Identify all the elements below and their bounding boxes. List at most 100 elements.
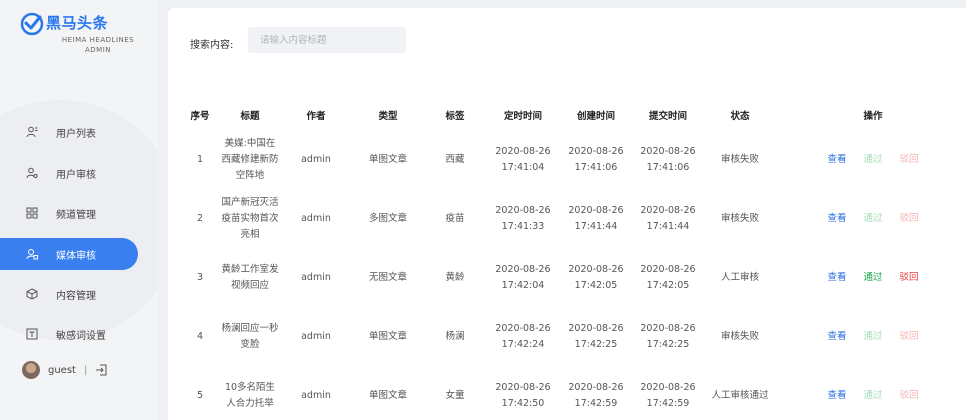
search-input[interactable] [248,27,406,53]
cell-created: 2020-08-26 17:41:06 [568,145,624,173]
media-audit-icon [26,249,38,260]
brand-subtitle: HEIMA HEADLINES ADMIN [48,35,148,55]
table-header-row: 序号 标题 作者 类型 标签 定时时间 创建时间 提交时间 状态 操作 [180,100,940,130]
sidebar-item-label: 频道管理 [56,209,96,221]
cell-author: admin [301,330,331,342]
brand-title: 黑马头条 [46,14,109,32]
cell-no: 3 [196,271,204,283]
cell-scheduled: 2020-08-26 17:41:33 [495,204,551,232]
cell-title: 黄龄工作室发视频回应 [220,248,280,307]
cell-tag: 杨澜 [445,330,465,342]
cell-submitted: 2020-08-26 17:42:59 [640,381,696,409]
table-row: 5 10多名陌生人合力托举 admin 单图文章 女童 2020-08-26 17… [180,366,940,420]
sidebar-item-channel-management[interactable]: 频道管理 [0,197,138,229]
cell-scheduled: 2020-08-26 17:42:04 [495,263,551,291]
grid-icon [26,207,38,219]
sidebar-item-label: 敏感词设置 [56,330,106,342]
sidebar: 黑马头条 HEIMA HEADLINES ADMIN 用户列表 用户审核 频道管… [0,0,158,420]
cell-author: admin [301,389,331,401]
approve-button[interactable]: 通过 [863,213,882,224]
view-button[interactable]: 查看 [827,213,846,224]
cell-status: 人工审核通过 [711,389,769,401]
cell-no: 2 [196,212,204,224]
cell-scheduled: 2020-08-26 17:42:24 [495,322,551,350]
view-button[interactable]: 查看 [827,154,846,165]
article-title: 黄龄工作室发视频回应 [221,263,279,291]
article-title: 国产新冠灭活疫苗实物首次亮相 [221,196,279,240]
media-audit-table: 序号 标题 作者 类型 标签 定时时间 创建时间 提交时间 状态 操作 1 美媒… [180,100,940,420]
cell-author: admin [301,212,331,224]
sidebar-item-label: 用户列表 [56,128,96,140]
cell-created: 2020-08-26 17:42:25 [568,322,624,350]
column-header: 提交时间 [648,111,687,122]
article-title: 10多名陌生人合力托举 [224,381,276,409]
cell-title: 国产新冠灭活疫苗实物首次亮相 [220,189,280,248]
cell-status: 审核失败 [720,153,759,165]
reject-button[interactable]: 驳回 [900,154,919,165]
cell-no: 5 [196,389,204,401]
main-panel: 搜索内容: 序号 标题 作者 类型 标签 定时时间 创建时间 提交时间 状态 操… [168,8,966,420]
sidebar-item-media-audit[interactable]: 媒体审核 [0,238,138,270]
table-row: 2 国产新冠灭活疫苗实物首次亮相 admin 多图文章 疫苗 2020-08-2… [180,189,940,248]
column-header: 作者 [306,111,326,122]
cell-scheduled: 2020-08-26 17:41:04 [495,145,551,173]
cell-submitted: 2020-08-26 17:41:44 [640,204,696,232]
cell-type: 多图文章 [368,212,407,224]
cell-title: 10多名陌生人合力托举 [220,366,280,420]
view-button[interactable]: 查看 [827,272,846,283]
approve-button[interactable]: 通过 [863,390,882,401]
column-header: 操作 [863,111,883,122]
logo-check-icon [20,12,44,36]
text-box-icon [26,328,38,340]
column-header: 序号 [190,111,210,122]
cell-tag: 西藏 [445,153,465,165]
cell-no: 1 [196,153,204,165]
box-icon [26,288,38,300]
cell-created: 2020-08-26 17:42:05 [568,263,624,291]
cell-submitted: 2020-08-26 17:42:25 [640,322,696,350]
sidebar-item-sensitive-words[interactable]: 敏感词设置 [0,318,138,350]
cell-actions: 查看 通过 驳回 [776,366,940,420]
sidebar-item-user-list[interactable]: 用户列表 [0,116,138,148]
approve-button[interactable]: 通过 [863,331,882,342]
sidebar-item-label: 内容管理 [56,290,96,302]
avatar[interactable] [22,361,40,379]
cell-actions: 查看 通过 驳回 [776,189,940,248]
cell-title: 美媒:中国在西藏修建新防空阵地 [220,130,280,189]
logout-icon[interactable] [95,364,107,376]
cell-status: 审核失败 [720,212,759,224]
reject-button[interactable]: 驳回 [900,331,919,342]
view-button[interactable]: 查看 [827,331,846,342]
cell-tag: 疫苗 [445,212,465,224]
cell-created: 2020-08-26 17:42:59 [568,381,624,409]
reject-button[interactable]: 驳回 [900,213,919,224]
sidebar-item-content-management[interactable]: 内容管理 [0,278,138,310]
cell-type: 单图文章 [368,389,407,401]
sidebar-item-user-audit[interactable]: 用户审核 [0,157,138,189]
cell-title: 杨澜回应一秒变脸 [220,307,280,366]
cell-author: admin [301,153,331,165]
cell-tag: 女童 [445,389,465,401]
reject-button[interactable]: 驳回 [900,272,919,283]
reject-button[interactable]: 驳回 [900,390,919,401]
logo: 黑马头条 HEIMA HEADLINES ADMIN [20,10,150,66]
article-title: 美媒:中国在西藏修建新防空阵地 [221,137,279,181]
view-button[interactable]: 查看 [827,390,846,401]
cell-actions: 查看 通过 驳回 [776,248,940,307]
table-row: 3 黄龄工作室发视频回应 admin 无图文章 黄龄 2020-08-26 17:… [180,248,940,307]
cell-author: admin [301,271,331,283]
approve-button[interactable]: 通过 [863,154,882,165]
column-header: 状态 [730,111,750,122]
cell-submitted: 2020-08-26 17:41:06 [640,145,696,173]
approve-button[interactable]: 通过 [863,272,882,283]
column-header: 创建时间 [576,111,615,122]
column-header: 标题 [240,111,260,122]
column-header: 类型 [378,111,398,122]
cell-actions: 查看 通过 驳回 [776,130,940,189]
column-header: 定时时间 [503,111,542,122]
brand-subtitle-line1: HEIMA HEADLINES [61,36,135,44]
table-row: 1 美媒:中国在西藏修建新防空阵地 admin 单图文章 西藏 2020-08-… [180,130,940,189]
search-label: 搜索内容: [190,40,234,51]
cell-no: 4 [196,330,204,342]
cell-status: 审核失败 [720,330,759,342]
